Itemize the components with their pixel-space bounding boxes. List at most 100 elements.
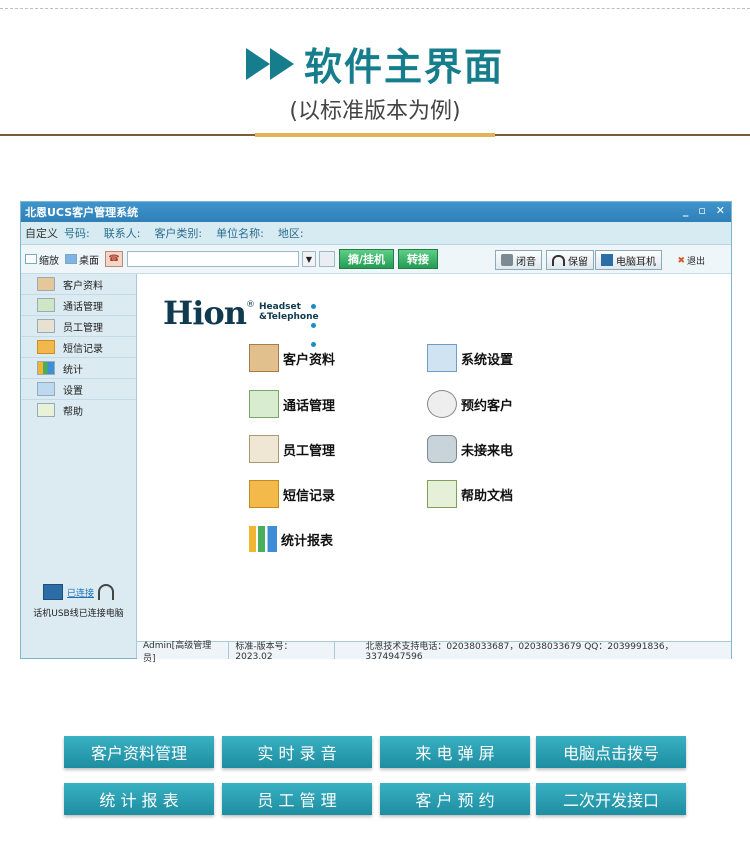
sidebar-item-sms[interactable]: 短信记录 (21, 337, 136, 358)
shrink-label: 缩放 (39, 255, 59, 267)
info-company-label: 单位名称: (216, 227, 264, 240)
sidebar-item-calls[interactable]: 通话管理 (21, 295, 136, 316)
func-appointments[interactable]: 预约客户 (427, 390, 513, 418)
func-label: 员工管理 (283, 443, 336, 459)
exit-label: 退出 (686, 257, 705, 267)
sidebar-item-label: 客户资料 (63, 280, 103, 292)
exit-button[interactable]: ✖ 退出 (677, 254, 705, 268)
microphone-icon (501, 254, 513, 266)
logo-registered-mark: ® (246, 300, 255, 310)
connection-status: 已连接 话机USB线已连接电脑 (21, 584, 136, 619)
shrink-checkbox[interactable]: 缩放 (25, 252, 59, 267)
func-label: 统计报表 (281, 533, 334, 549)
hold-button[interactable]: 保留 (546, 250, 594, 270)
page-title-text: 软件主界面 (303, 45, 504, 89)
brand-logo: Hion ® Headset &Telephone (163, 294, 319, 347)
func-customers[interactable]: 客户资料 (249, 344, 335, 372)
info-region-label: 地区: (277, 227, 304, 240)
transfer-button[interactable]: 转接 (398, 249, 439, 269)
call-agent-icon (249, 390, 279, 418)
func-label: 通话管理 (283, 398, 336, 414)
bar-chart-icon (249, 526, 277, 552)
status-version: 标准-版本号：2023.02 (229, 642, 336, 662)
sidebar-item-label: 设置 (63, 385, 83, 397)
sidebar-item-label: 帮助 (63, 406, 83, 418)
sidebar-item-stats[interactable]: 统计 (21, 358, 136, 379)
status-user: Admin[高级管理员] (137, 641, 230, 664)
func-missed-calls[interactable]: 未接来电 (427, 435, 513, 463)
custom-label[interactable]: 自定义 (25, 225, 58, 241)
func-help-docs[interactable]: 帮助文档 (427, 480, 513, 508)
func-sms[interactable]: 短信记录 (249, 480, 335, 508)
usb-status-text: 话机USB线已连接电脑 (33, 609, 124, 619)
desktop-checkbox[interactable]: 桌面 (65, 252, 99, 267)
checkbox-icon (25, 254, 37, 264)
toolbar: 缩放 桌面 ☎ ▼ 摘/挂机 转接 闭音 保留 电脑耳机 ✖ 退出 (21, 245, 731, 274)
envelope-icon (249, 480, 279, 508)
feature-dev-api[interactable]: 二次开发接口 (536, 783, 686, 815)
status-bar: Admin[高级管理员] 标准-版本号：2023.02 北恩技术支持电话：020… (137, 641, 731, 664)
func-label: 帮助文档 (461, 488, 514, 504)
status-support: 北恩技术支持电话：02038033687，02038033679 QQ：2039… (365, 642, 674, 662)
staff-icon (249, 435, 279, 463)
answer-hangup-button[interactable]: 摘/挂机 (339, 249, 395, 269)
pc-headset-label: 电脑耳机 (616, 256, 656, 268)
feature-customer-appointment[interactable]: 客 户 预 约 (380, 783, 530, 815)
func-label: 系统设置 (461, 352, 514, 368)
hero-divider-accent (255, 133, 495, 137)
window-title: 北恩UCS客户管理系统 (25, 206, 139, 219)
chevron-down-icon[interactable]: ▼ (302, 251, 316, 267)
func-label: 未接来电 (461, 443, 514, 459)
headphones-icon (552, 254, 565, 266)
mute-label: 闭音 (516, 256, 536, 268)
logo-brand: Hion (163, 294, 247, 332)
call-manage-icon (37, 298, 55, 312)
feature-customer-management[interactable]: 客户资料管理 (64, 736, 214, 768)
logo-tagline: Headset &Telephone (259, 302, 319, 322)
feature-realtime-recording[interactable]: 实 时 录 音 (222, 736, 372, 768)
sidebar-item-customers[interactable]: 客户资料 (21, 274, 136, 295)
minimize-icon[interactable]: _ (683, 204, 689, 217)
logo-tagline-line1: Headset (259, 302, 301, 312)
help-document-icon (427, 480, 457, 508)
app-window: 北恩UCS客户管理系统 _ ▫ ✕ 自定义 号码: 联系人: 客户类别: 单位名… (20, 201, 732, 664)
func-calls[interactable]: 通话管理 (249, 390, 335, 418)
hold-label: 保留 (568, 256, 588, 268)
feature-staff-management[interactable]: 员 工 管 理 (222, 783, 372, 815)
missed-call-phone-icon (427, 435, 457, 463)
sidebar-item-help[interactable]: 帮助 (21, 400, 136, 420)
contact-card-icon (37, 277, 55, 291)
page-subtitle: (以标准版本为例) (289, 99, 461, 124)
phone-icon[interactable]: ☎ (105, 251, 123, 267)
func-system-settings[interactable]: 系统设置 (427, 344, 513, 372)
close-x-icon: ✖ (677, 255, 685, 266)
settings-icon (427, 344, 457, 372)
feature-stats-report[interactable]: 统 计 报 表 (64, 783, 214, 815)
mute-button[interactable]: 闭音 (495, 250, 542, 270)
func-stats-report[interactable]: 统计报表 (249, 526, 333, 552)
close-icon[interactable]: ✕ (716, 204, 725, 217)
dial-number-input[interactable] (127, 251, 299, 267)
pc-headset-button[interactable]: 电脑耳机 (595, 250, 662, 270)
page-title: 软件主界面 (245, 36, 504, 91)
window-titlebar: 北恩UCS客户管理系统 _ ▫ ✕ (21, 202, 731, 222)
connection-label: 已连接 (66, 588, 94, 599)
checkbox-icon (65, 254, 77, 264)
keypad-icon[interactable] (319, 251, 335, 267)
staff-icon (37, 319, 55, 333)
desktop-label: 桌面 (79, 255, 99, 267)
sidebar-item-staff[interactable]: 员工管理 (21, 316, 136, 337)
sidebar-item-settings[interactable]: 设置 (21, 379, 136, 400)
computer-icon (42, 584, 63, 600)
help-icon (37, 403, 55, 417)
func-staff[interactable]: 员工管理 (249, 435, 335, 463)
func-label: 客户资料 (283, 352, 336, 368)
sidebar-item-label: 员工管理 (63, 322, 103, 334)
feature-caller-popup[interactable]: 来 电 弹 屏 (380, 736, 530, 768)
maximize-icon[interactable]: ▫ (698, 204, 705, 217)
window-controls: _ ▫ ✕ (683, 204, 725, 217)
feature-click-to-dial[interactable]: 电脑点击拨号 (536, 736, 686, 768)
double-play-icon (245, 47, 294, 80)
main-panel: Hion ® Headset &Telephone 客户资料 通话管理 员工管理… (137, 274, 731, 640)
sidebar-item-label: 通话管理 (63, 301, 103, 313)
